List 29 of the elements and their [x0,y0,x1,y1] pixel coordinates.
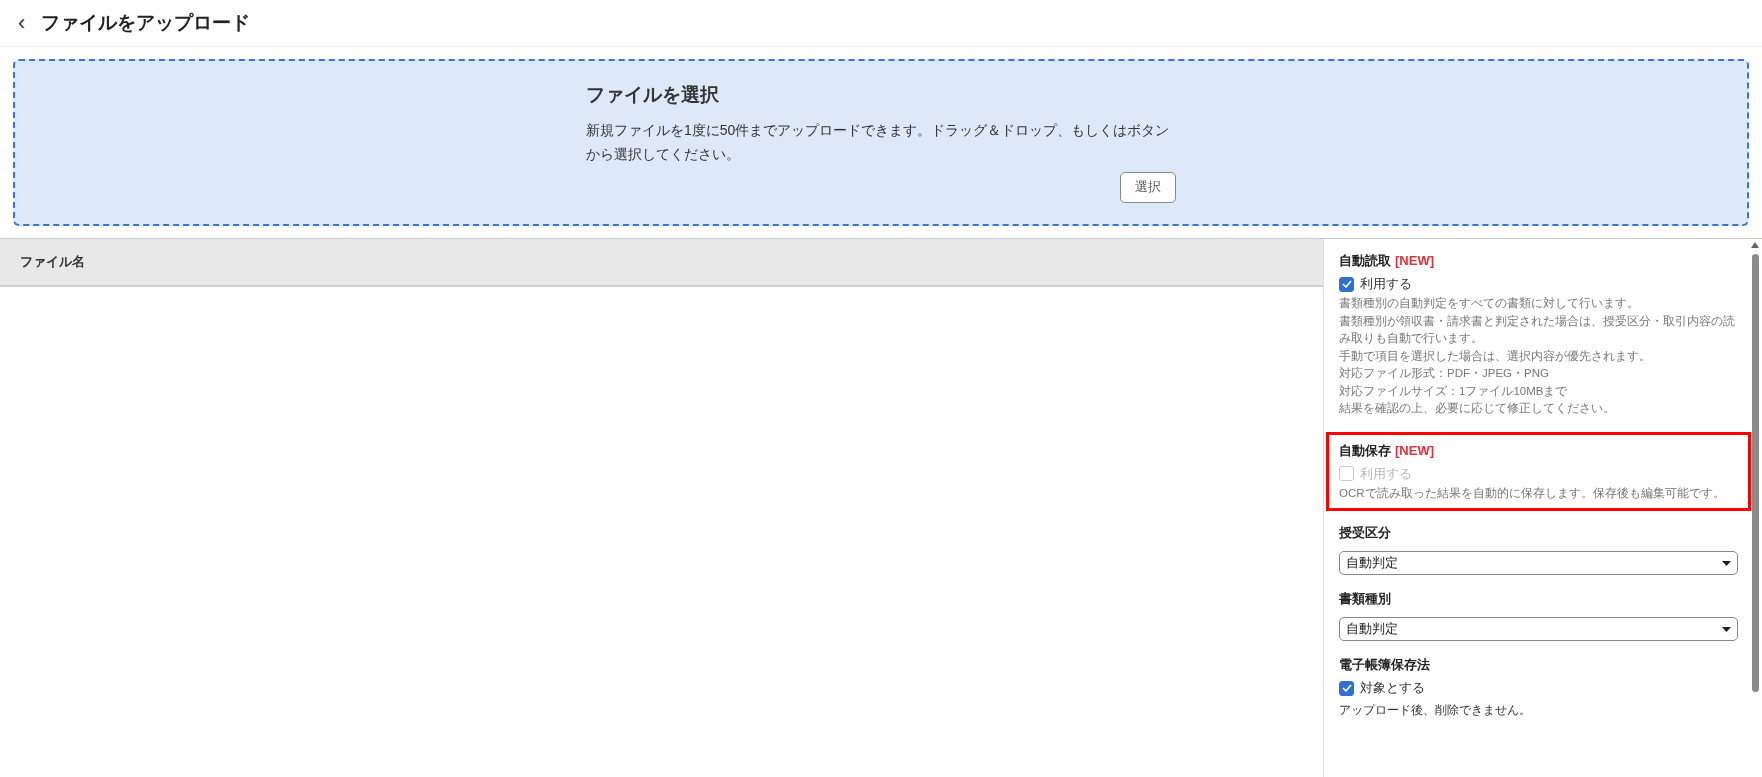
section-label: 自動読取 [1339,252,1391,270]
checkmark-icon [1341,280,1352,288]
section-label: 授受区分 [1339,524,1391,542]
page-title: ファイルをアップロード [41,10,251,35]
checkbox-label: 利用する [1360,275,1412,294]
section-label: 自動保存 [1339,441,1391,460]
caret-icon [1722,560,1731,566]
checkbox-label: 対象とする [1360,679,1425,698]
section-description: 書類種別の自動判定をすべての書類に対して行います。 書類種別が領収書・請求書と判定された場合は、授受区分・取引内容の読み取りも自動で行います。 手動で項目を選択した場合は、選択内容が優先されます。 対応ファイル形式：PDF・JPEG・PNG 対応ファイルサイズ：1ファイル10MBまで 結果を確認の上、必要に応じて修正してください。 [1339,296,1736,416]
new-label: [NEW] [1395,441,1434,460]
caret-icon [1722,626,1731,632]
select-button[interactable]: 選択 [1120,171,1176,203]
back-button[interactable]: ‹ [18,12,26,34]
dropzone-description: 新規ファイルを1度に50件までアップロードできます。ドラッグ＆ドロップ、もしくはボタンから選択してください。 [586,120,1171,164]
section-description: OCRで読み取った結果を自動的に保存します。保存後も編集可能です。 [1339,485,1726,501]
select-dropdown[interactable]: 自動判定 [1339,617,1738,641]
column-header: ファイル名 [20,253,85,272]
drop-zone[interactable]: ファイルを選択 新規ファイルを1度に50件までアップロードできます。ドラッグ＆ドロップ、もしくはボタンから選択してください。 選択 [13,59,1749,226]
checkbox[interactable] [1339,276,1354,292]
dropzone-title: ファイルを選択 [586,83,720,107]
new-label: [NEW] [1395,252,1434,270]
section-label: 電子帳簿保存法 [1339,656,1430,674]
select-dropdown[interactable]: 自動判定 [1339,551,1738,575]
scroll-up-icon [1751,242,1759,248]
checkbox[interactable] [1339,680,1354,696]
checkmark-icon [1341,684,1352,692]
section-description: アップロード後、削除できません。 [1339,703,1532,718]
section-label: 書類種別 [1339,590,1391,608]
checkbox-label: 利用する [1360,464,1412,483]
